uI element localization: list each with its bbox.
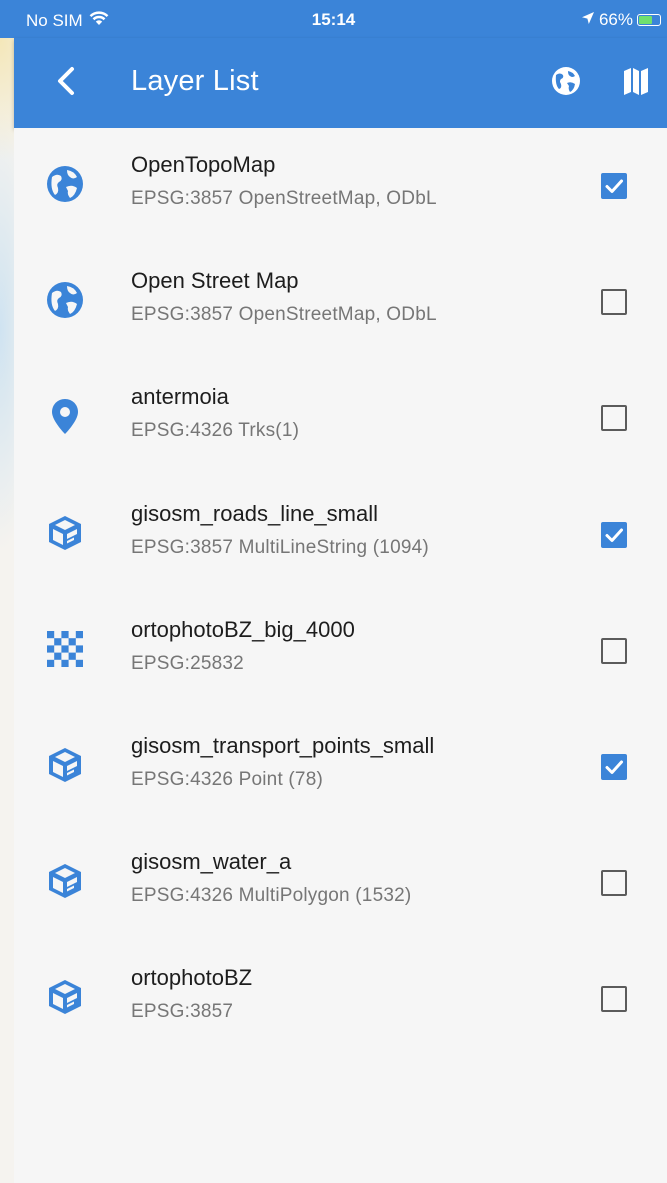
layer-row[interactable]: ortophotoBZ_big_4000 EPSG:25832 xyxy=(14,593,667,709)
layer-visibility-checkbox[interactable] xyxy=(601,754,627,780)
layer-row[interactable]: gisosm_roads_line_small EPSG:3857 MultiLi… xyxy=(14,477,667,593)
layer-name: ortophotoBZ_big_4000 xyxy=(131,616,355,642)
layer-subtitle: EPSG:4326 Trks(1) xyxy=(131,420,300,442)
layer-name: gisosm_water_a xyxy=(131,849,292,875)
globe-icon xyxy=(45,164,85,204)
layer-row[interactable]: gisosm_transport_points_small EPSG:4326 P… xyxy=(14,709,667,825)
map-button[interactable] xyxy=(616,63,656,103)
status-bar: No SIM 15:14 66% xyxy=(0,0,667,38)
layer-subtitle: EPSG:3857 OpenStreetMap, ODbL xyxy=(131,188,437,209)
layer-name: antermoia xyxy=(131,384,229,410)
layer-subtitle: EPSG:4326 Point (78) xyxy=(131,769,323,790)
globe-button[interactable] xyxy=(546,63,586,103)
layer-list: OpenTopoMap EPSG:3857 OpenStreetMap, ODbL… xyxy=(14,128,667,1183)
battery-percent: 66% xyxy=(598,10,633,29)
layer-visibility-checkbox[interactable] xyxy=(601,173,627,199)
layer-subtitle: EPSG:4326 MultiPolygon (1532) xyxy=(131,885,412,907)
layer-subtitle: EPSG:3857 OpenStreetMap, ODbL xyxy=(131,304,437,326)
layer-visibility-checkbox[interactable] xyxy=(601,870,627,897)
layer-row[interactable]: ortophotoBZ EPSG:3857 xyxy=(14,941,667,1057)
clock: 15:14 xyxy=(311,10,356,29)
layer-subtitle: EPSG:3857 MultiLineString (1094) xyxy=(131,536,429,558)
checkerboard-icon xyxy=(45,629,85,669)
vector-box-icon xyxy=(45,745,85,785)
vector-box-icon xyxy=(45,861,85,901)
layer-visibility-checkbox[interactable] xyxy=(601,405,627,432)
layer-name: ortophotoBZ xyxy=(131,965,253,991)
globe-icon xyxy=(551,66,581,101)
map-pin-icon xyxy=(45,396,85,436)
globe-icon xyxy=(45,280,85,320)
app-bar: Layer List xyxy=(14,38,667,128)
layer-subtitle: EPSG:3857 xyxy=(131,1001,234,1023)
back-arrow-icon xyxy=(55,66,77,101)
vector-box-icon xyxy=(45,513,85,553)
page-title: Layer List xyxy=(131,65,259,97)
back-button[interactable] xyxy=(46,63,86,103)
layer-name: gisosm_transport_points_small xyxy=(131,733,435,758)
layer-row[interactable]: Open Street Map EPSG:3857 OpenStreetMap, … xyxy=(14,244,667,360)
layer-row[interactable]: OpenTopoMap EPSG:3857 OpenStreetMap, ODbL xyxy=(14,128,667,244)
layer-row[interactable]: gisosm_water_a EPSG:4326 MultiPolygon (15… xyxy=(14,825,667,941)
layer-name: gisosm_roads_line_small xyxy=(131,500,379,526)
layer-visibility-checkbox[interactable] xyxy=(601,637,627,664)
layer-visibility-checkbox[interactable] xyxy=(601,521,627,548)
battery-icon xyxy=(637,14,661,26)
layer-name: OpenTopoMap xyxy=(131,152,276,177)
layer-name: Open Street Map xyxy=(131,268,299,294)
battery-level xyxy=(639,16,652,24)
vector-box-icon xyxy=(45,977,85,1017)
location-arrow-icon xyxy=(581,10,595,30)
map-icon xyxy=(623,66,649,101)
status-right: 66% xyxy=(581,10,661,30)
layer-subtitle: EPSG:25832 xyxy=(131,652,244,674)
layer-visibility-checkbox[interactable] xyxy=(601,289,627,316)
layer-row[interactable]: antermoia EPSG:4326 Trks(1) xyxy=(14,360,667,476)
layer-visibility-checkbox[interactable] xyxy=(601,986,627,1013)
